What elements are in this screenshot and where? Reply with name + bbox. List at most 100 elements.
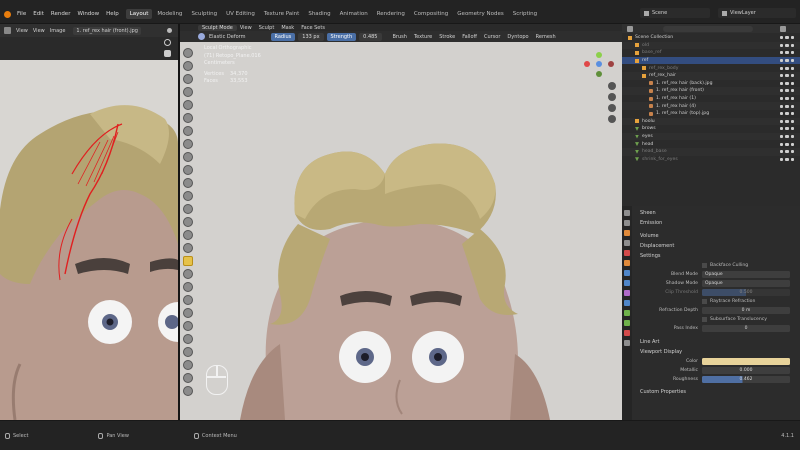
section-displacement[interactable]: Displacement [636, 241, 796, 251]
outliner-row[interactable]: ref_rex_hair [622, 71, 800, 80]
tab-view-layer-icon[interactable] [624, 240, 630, 246]
tool-crease-icon[interactable] [183, 152, 193, 162]
tool-fill-icon[interactable] [183, 191, 193, 201]
tool-boundary-icon[interactable] [183, 347, 193, 357]
editor-type-icon[interactable] [4, 27, 11, 34]
tab-uv-editing[interactable]: UV Editing [222, 9, 259, 19]
visibility-toggle-icon[interactable] [780, 127, 794, 131]
visibility-toggle-icon[interactable] [780, 112, 794, 116]
menu-mask[interactable]: Mask [281, 25, 294, 31]
axis-y-icon[interactable] [596, 52, 602, 58]
tab-data-icon[interactable] [624, 320, 630, 326]
menu-sculpt[interactable]: Sculpt [259, 25, 275, 31]
image-name-field[interactable]: 1. ref_rex hair (front).jpg [73, 26, 141, 35]
outliner-row[interactable]: 1. ref_rex hair (back).jpg [622, 80, 800, 88]
tool-thumb-icon[interactable] [183, 282, 193, 292]
raytrace-refraction-row[interactable]: Raytrace Refraction [636, 297, 796, 306]
tab-compositing[interactable]: Compositing [410, 9, 452, 19]
outliner-row[interactable]: shrink_for_eyes [622, 156, 800, 164]
tool-draw-sharp-icon[interactable] [183, 61, 193, 71]
menu-falloff[interactable]: Falloff [462, 34, 477, 40]
tool-clay-thumb-icon[interactable] [183, 100, 193, 110]
visibility-toggle-icon[interactable] [780, 43, 794, 47]
tool-blob-icon[interactable] [183, 139, 193, 149]
visibility-toggle-icon[interactable] [780, 51, 794, 55]
visibility-toggle-icon[interactable] [780, 150, 794, 154]
menu-stroke[interactable]: Stroke [439, 34, 455, 40]
outliner-row[interactable]: old [622, 41, 800, 50]
clip-threshold-field[interactable]: 0.500 [702, 289, 790, 296]
visibility-toggle-icon[interactable] [780, 142, 794, 146]
tab-tool-icon[interactable] [624, 210, 630, 216]
grid-view-icon[interactable] [608, 115, 616, 123]
visibility-toggle-icon[interactable] [780, 135, 794, 139]
outliner-row[interactable]: eyes [622, 132, 800, 141]
tab-constraints-icon[interactable] [624, 310, 630, 316]
section-custom-properties[interactable]: Custom Properties [636, 387, 796, 397]
menu-help[interactable]: Help [106, 11, 119, 17]
tool-clay-icon[interactable] [183, 74, 193, 84]
visibility-toggle-icon[interactable] [780, 97, 794, 101]
color-swatch[interactable] [702, 358, 790, 365]
axis-z-icon[interactable] [596, 61, 602, 67]
menu-texture[interactable]: Texture [414, 34, 432, 40]
refraction-depth-field[interactable]: 0 m [702, 307, 790, 314]
outliner-row[interactable]: 1. ref_rex hair (1) [622, 95, 800, 103]
outliner-row[interactable]: 1. ref_rex hair (4) [622, 102, 800, 110]
outliner-row[interactable]: base_ref [622, 49, 800, 57]
outliner-row[interactable]: ref [622, 56, 800, 65]
tool-rotate-icon[interactable] [183, 321, 193, 331]
visibility-toggle-icon[interactable] [780, 89, 794, 93]
section-volume[interactable]: Volume [636, 231, 796, 241]
tab-scripting[interactable]: Scripting [509, 9, 541, 19]
outliner-type-icon[interactable] [627, 25, 633, 32]
visibility-toggle-icon[interactable] [780, 119, 794, 123]
tool-flatten-icon[interactable] [183, 178, 193, 188]
outliner-row[interactable]: head_base [622, 147, 800, 156]
tab-animation[interactable]: Animation [336, 9, 372, 19]
tab-particles-icon[interactable] [624, 290, 630, 296]
backface-culling-checkbox[interactable] [702, 263, 707, 268]
tool-smooth-icon[interactable] [183, 165, 193, 175]
tool-grab-icon[interactable] [183, 243, 193, 253]
tool-snake-hook-icon[interactable] [183, 269, 193, 279]
tab-layout[interactable]: Layout [125, 9, 153, 19]
outliner-row[interactable]: 1. ref_rex hair (top).jpg [622, 110, 800, 118]
axis-x-icon[interactable] [584, 61, 590, 67]
visibility-toggle-icon[interactable] [780, 74, 794, 78]
filter-icon[interactable] [780, 25, 786, 32]
zoom-view-icon[interactable] [608, 82, 616, 90]
tool-icon[interactable] [198, 33, 205, 40]
tab-sculpting[interactable]: Sculpting [187, 9, 221, 19]
tool-elastic-deform-icon[interactable] [183, 256, 193, 266]
radius-label[interactable]: Radius [270, 32, 296, 41]
backface-culling-row[interactable]: Backface Culling [636, 261, 796, 270]
section-viewport-display[interactable]: Viewport Display [636, 347, 796, 357]
menu-file[interactable]: File [17, 11, 26, 17]
pass-index-field[interactable]: 0 [702, 325, 790, 332]
section-emission[interactable]: Emission [636, 218, 796, 228]
visibility-toggle-icon[interactable] [780, 157, 794, 161]
strength-value[interactable]: 0.485 [359, 32, 382, 41]
visibility-toggle-icon[interactable] [780, 59, 794, 63]
metallic-field[interactable]: 0.000 [702, 367, 790, 374]
tool-inflate-icon[interactable] [183, 126, 193, 136]
strength-label[interactable]: Strength [326, 32, 357, 41]
image-menu-image[interactable]: Image [50, 28, 66, 34]
tool-draw-icon[interactable] [183, 48, 193, 58]
navigation-gizmo[interactable] [584, 52, 614, 78]
tool-nudge-icon[interactable] [183, 308, 193, 318]
image-editor[interactable] [0, 24, 178, 420]
tab-render-icon[interactable] [624, 220, 630, 226]
tool-scrape-icon[interactable] [183, 204, 193, 214]
tool-pose-icon[interactable] [183, 295, 193, 305]
tab-modeling[interactable]: Modeling [153, 9, 186, 19]
menu-remesh[interactable]: Remesh [536, 34, 556, 40]
tab-modifiers-icon[interactable] [624, 280, 630, 286]
hand-pan-icon[interactable] [164, 50, 171, 57]
tab-texture-icon[interactable] [624, 340, 630, 346]
outliner-row[interactable]: 1. ref_rex hair (front) [622, 87, 800, 95]
camera-view-icon[interactable] [608, 104, 616, 112]
subsurface-translucency-checkbox[interactable] [702, 317, 707, 322]
outliner-row[interactable]: brows [622, 125, 800, 133]
